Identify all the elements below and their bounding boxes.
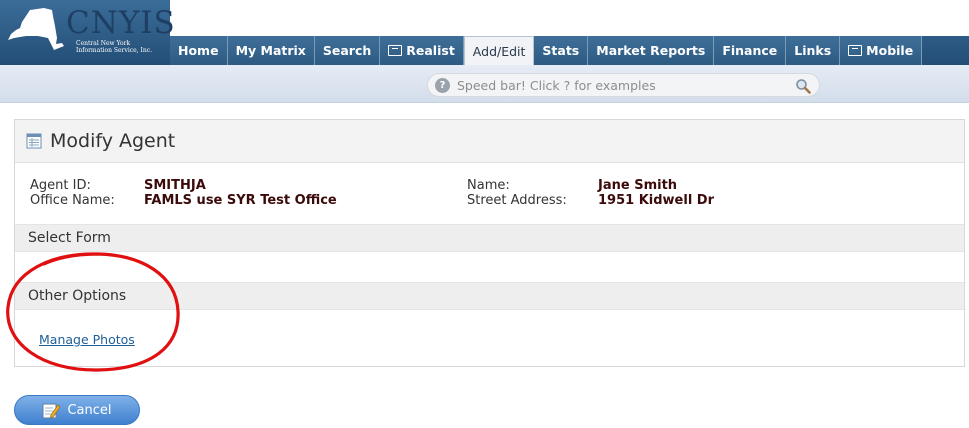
agent-name-label: Name: bbox=[467, 178, 510, 193]
agent-id-value: SMITHJA bbox=[144, 178, 206, 193]
nav-my-matrix[interactable]: My Matrix bbox=[227, 36, 315, 65]
street-address-label: Street Address: bbox=[467, 193, 567, 208]
external-window-icon bbox=[848, 45, 863, 56]
logo-subtitle: Central New York Information Service, In… bbox=[76, 40, 152, 54]
form-document-icon bbox=[26, 133, 42, 149]
speed-bar-strip: ? bbox=[0, 65, 969, 103]
nav-home[interactable]: Home bbox=[170, 36, 228, 65]
office-name-value: FAMLS use SYR Test Office bbox=[144, 193, 337, 208]
cnyis-logo[interactable]: CNYIS Central New York Information Servi… bbox=[0, 0, 175, 69]
nav-mobile[interactable]: Mobile bbox=[840, 36, 923, 65]
annotation-circle bbox=[6, 252, 180, 372]
nav-label: Links bbox=[794, 43, 832, 58]
nav-label: Home bbox=[178, 43, 219, 58]
page-title: Modify Agent bbox=[50, 130, 176, 152]
search-magnifier-icon[interactable] bbox=[795, 78, 811, 94]
nav-add-edit[interactable]: Add/Edit bbox=[463, 36, 535, 66]
help-icon[interactable]: ? bbox=[435, 77, 450, 93]
nav-label: Market Reports bbox=[596, 43, 706, 58]
nav-label: Finance bbox=[722, 43, 778, 58]
external-window-icon bbox=[388, 45, 403, 56]
nav-label: Add/Edit bbox=[472, 44, 526, 59]
nav-label: Stats bbox=[542, 43, 580, 58]
nav-stats[interactable]: Stats bbox=[534, 36, 589, 65]
nav-search[interactable]: Search bbox=[314, 36, 381, 65]
speed-bar: ? bbox=[427, 73, 820, 97]
nav-label: My Matrix bbox=[235, 43, 306, 58]
edit-document-icon bbox=[42, 403, 61, 418]
panel-header: Modify Agent bbox=[15, 120, 964, 163]
street-address-row: Street Address: 1951 Kidwell Dr bbox=[467, 193, 767, 208]
office-name-label: Office Name: bbox=[30, 193, 115, 208]
main-navigation: Home My Matrix Search Realist Add/Edit S… bbox=[170, 36, 923, 66]
agent-name-value: Jane Smith bbox=[598, 178, 678, 193]
top-header: CNYIS Central New York Information Servi… bbox=[0, 0, 969, 69]
cancel-label: Cancel bbox=[67, 402, 112, 418]
logo-wordmark: CNYIS bbox=[66, 5, 176, 41]
speed-bar-input[interactable] bbox=[457, 77, 757, 93]
nav-label: Search bbox=[322, 43, 372, 58]
nav-market-reports[interactable]: Market Reports bbox=[588, 36, 715, 65]
cancel-button[interactable]: Cancel bbox=[14, 395, 140, 425]
nav-realist[interactable]: Realist bbox=[380, 36, 464, 65]
agent-id-label: Agent ID: bbox=[30, 178, 91, 193]
new-york-state-icon bbox=[8, 8, 64, 50]
office-name-row: Office Name: FAMLS use SYR Test Office bbox=[30, 193, 390, 208]
nav-links[interactable]: Links bbox=[786, 36, 841, 65]
select-form-section: Select Form bbox=[15, 224, 964, 252]
nav-finance[interactable]: Finance bbox=[714, 36, 787, 65]
agent-name-row: Name: Jane Smith bbox=[467, 178, 767, 193]
nav-label: Realist bbox=[406, 43, 455, 58]
agent-id-row: Agent ID: SMITHJA bbox=[30, 178, 360, 193]
nav-label: Mobile bbox=[866, 43, 914, 58]
street-address-value: 1951 Kidwell Dr bbox=[598, 193, 715, 208]
